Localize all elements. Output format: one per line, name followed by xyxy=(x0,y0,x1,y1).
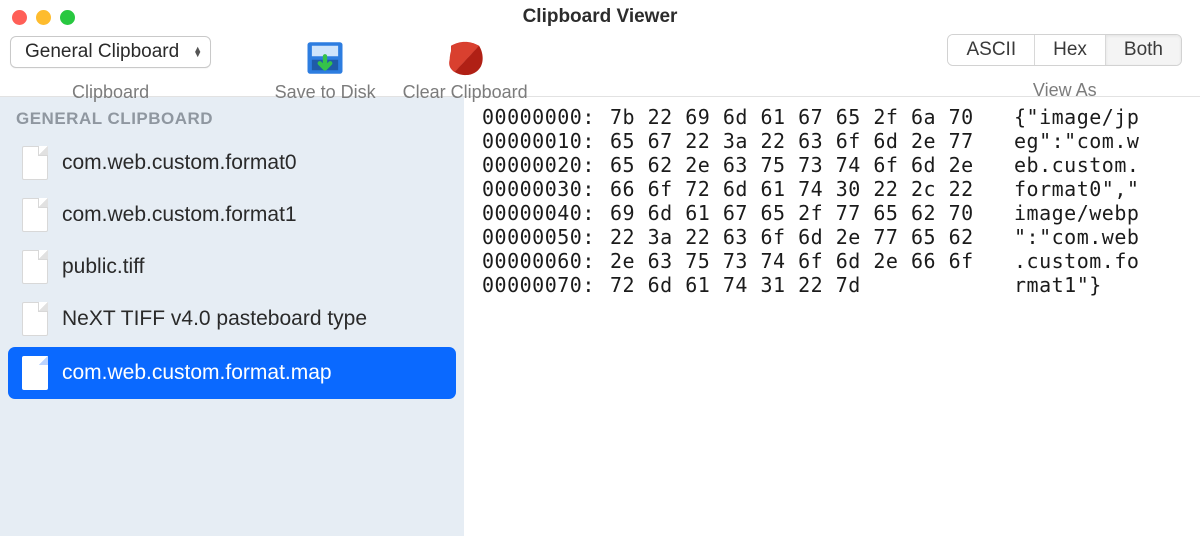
sidebar-item-label: com.web.custom.format.map xyxy=(62,361,332,385)
toolbar: General Clipboard ▲▼ Clipboard Save to D… xyxy=(0,34,1200,96)
sidebar-item-label: com.web.custom.format1 xyxy=(62,203,297,227)
save-to-disk-button[interactable]: Save to Disk xyxy=(255,36,395,103)
hex-offset: 00000070: xyxy=(482,273,610,297)
hex-ascii: rmat1"} xyxy=(1014,273,1102,297)
hex-offset: 00000050: xyxy=(482,225,610,249)
hex-row: 00000000:7b 22 69 6d 61 67 65 2f 6a 70{"… xyxy=(482,105,1182,129)
sidebar: GENERAL CLIPBOARD com.web.custom.format0… xyxy=(0,97,464,536)
clipboard-selector-group: General Clipboard ▲▼ Clipboard xyxy=(10,36,211,103)
sidebar-item-label: NeXT TIFF v4.0 pasteboard type xyxy=(62,307,367,331)
clear-clipboard-label: Clear Clipboard xyxy=(403,82,528,103)
hex-bytes: 72 6d 61 74 31 22 7d xyxy=(610,273,1014,297)
document-icon xyxy=(22,302,48,336)
hex-ascii: format0"," xyxy=(1014,177,1139,201)
hex-row: 00000060:2e 63 75 73 74 6f 6d 2e 66 6f.c… xyxy=(482,249,1182,273)
sidebar-item-label: com.web.custom.format0 xyxy=(62,151,297,175)
hex-bytes: 65 62 2e 63 75 73 74 6f 6d 2e xyxy=(610,153,1014,177)
clear-clipboard-button[interactable]: Clear Clipboard xyxy=(395,36,535,103)
sidebar-item[interactable]: com.web.custom.format0 xyxy=(0,137,464,189)
content: GENERAL CLIPBOARD com.web.custom.format0… xyxy=(0,97,1200,536)
red-x-icon xyxy=(444,36,486,80)
view-as-both[interactable]: Both xyxy=(1106,35,1181,65)
sidebar-item-label: public.tiff xyxy=(62,255,145,279)
sidebar-item[interactable]: com.web.custom.format1 xyxy=(0,189,464,241)
titlebar: Clipboard Viewer xyxy=(0,0,1200,34)
view-as-hex[interactable]: Hex xyxy=(1035,35,1106,65)
hex-bytes: 22 3a 22 63 6f 6d 2e 77 65 62 xyxy=(610,225,1014,249)
hex-ascii: {"image/jp xyxy=(1014,105,1139,129)
hex-row: 00000040:69 6d 61 67 65 2f 77 65 62 70im… xyxy=(482,201,1182,225)
hex-offset: 00000000: xyxy=(482,105,610,129)
window-title: Clipboard Viewer xyxy=(0,6,1200,28)
document-icon xyxy=(22,146,48,180)
view-as-group: ASCII Hex Both View As xyxy=(947,34,1182,101)
hex-pane: 00000000:7b 22 69 6d 61 67 65 2f 6a 70{"… xyxy=(464,97,1200,536)
hex-bytes: 2e 63 75 73 74 6f 6d 2e 66 6f xyxy=(610,249,1014,273)
close-window-button[interactable] xyxy=(12,10,27,25)
clipboard-selector[interactable]: General Clipboard ▲▼ xyxy=(10,36,211,68)
hex-row: 00000050:22 3a 22 63 6f 6d 2e 77 65 62":… xyxy=(482,225,1182,249)
document-icon xyxy=(22,198,48,232)
view-as-segmented: ASCII Hex Both xyxy=(947,34,1182,66)
hex-row: 00000020:65 62 2e 63 75 73 74 6f 6d 2eeb… xyxy=(482,153,1182,177)
save-to-disk-label: Save to Disk xyxy=(275,82,376,103)
hex-row: 00000010:65 67 22 3a 22 63 6f 6d 2e 77eg… xyxy=(482,129,1182,153)
hex-ascii: ":"com.web xyxy=(1014,225,1139,249)
hex-ascii: image/webp xyxy=(1014,201,1139,225)
hex-ascii: eb.custom. xyxy=(1014,153,1139,177)
hex-offset: 00000040: xyxy=(482,201,610,225)
hex-ascii: .custom.fo xyxy=(1014,249,1139,273)
document-icon xyxy=(22,356,48,390)
view-as-ascii[interactable]: ASCII xyxy=(948,35,1035,65)
hex-offset: 00000020: xyxy=(482,153,610,177)
floppy-disk-icon xyxy=(304,36,346,80)
hex-offset: 00000030: xyxy=(482,177,610,201)
hex-ascii: eg":"com.w xyxy=(1014,129,1139,153)
hex-offset: 00000010: xyxy=(482,129,610,153)
view-as-label: View As xyxy=(1033,80,1097,101)
hex-bytes: 65 67 22 3a 22 63 6f 6d 2e 77 xyxy=(610,129,1014,153)
hex-offset: 00000060: xyxy=(482,249,610,273)
clipboard-selector-value: General Clipboard xyxy=(25,41,179,63)
traffic-lights xyxy=(12,10,75,25)
hex-bytes: 66 6f 72 6d 61 74 30 22 2c 22 xyxy=(610,177,1014,201)
hex-row: 00000070:72 6d 61 74 31 22 7drmat1"} xyxy=(482,273,1182,297)
document-icon xyxy=(22,250,48,284)
hex-row: 00000030:66 6f 72 6d 61 74 30 22 2c 22fo… xyxy=(482,177,1182,201)
hex-bytes: 7b 22 69 6d 61 67 65 2f 6a 70 xyxy=(610,105,1014,129)
clipboard-selector-label: Clipboard xyxy=(72,82,149,103)
hex-bytes: 69 6d 61 67 65 2f 77 65 62 70 xyxy=(610,201,1014,225)
sidebar-header: GENERAL CLIPBOARD xyxy=(0,107,464,137)
sidebar-item[interactable]: com.web.custom.format.map xyxy=(8,347,456,399)
maximize-window-button[interactable] xyxy=(60,10,75,25)
minimize-window-button[interactable] xyxy=(36,10,51,25)
chevron-updown-icon: ▲▼ xyxy=(193,47,202,57)
sidebar-list: com.web.custom.format0 com.web.custom.for… xyxy=(0,137,464,399)
sidebar-item[interactable]: public.tiff xyxy=(0,241,464,293)
sidebar-item[interactable]: NeXT TIFF v4.0 pasteboard type xyxy=(0,293,464,345)
